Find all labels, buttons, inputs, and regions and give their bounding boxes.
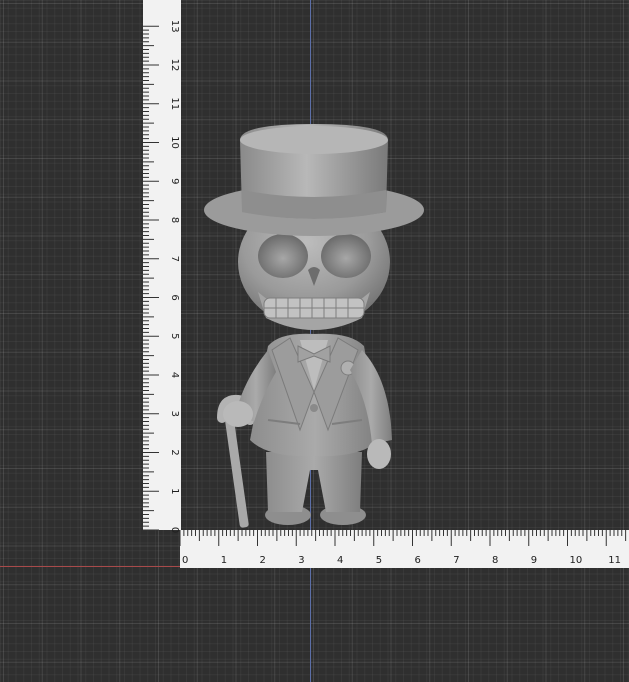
vertical-ruler-label: 8 [169, 217, 180, 223]
vertical-ruler-label: 1 [169, 488, 180, 494]
horizontal-ruler-label: 5 [376, 555, 382, 566]
vertical-ruler-label: 7 [169, 256, 180, 262]
horizontal-ruler: 0 1 2 3 4 5 6 7 8 9 10 11 [179, 530, 629, 568]
horizontal-ruler-label: 7 [453, 555, 459, 566]
horizontal-ruler-label: 11 [608, 555, 621, 566]
horizontal-ruler-label: 2 [260, 555, 266, 566]
vertical-ruler-label: 13 [169, 20, 180, 33]
vertical-ruler-label: 5 [169, 333, 180, 339]
horizontal-ruler-label: 3 [298, 555, 304, 566]
right-hand [367, 439, 391, 469]
vertical-ruler: 012345678910111213 [143, 0, 181, 533]
legs [266, 452, 362, 512]
horizontal-ruler-label: 0 [182, 555, 188, 566]
vertical-ruler-label: 2 [169, 449, 180, 455]
right-eye-socket [321, 234, 371, 278]
left-hand [223, 401, 253, 427]
horizontal-ruler-label: 4 [337, 555, 343, 566]
scene: 012345678910111213 0 1 2 3 4 5 6 7 8 9 10 11 [143, 0, 629, 568]
vertical-ruler-label: 11 [169, 97, 180, 110]
vertical-ruler-label: 4 [169, 372, 180, 378]
horizontal-ruler-label: 9 [531, 555, 537, 566]
top-hat [204, 124, 424, 236]
vertical-ruler-label: 9 [169, 178, 180, 184]
vertical-ruler-label: 0 [169, 527, 180, 533]
vertical-ruler-label: 3 [169, 411, 180, 417]
horizontal-ruler-label: 8 [492, 555, 498, 566]
jacket-button [310, 404, 318, 412]
skeleton-figurine-icon[interactable] [204, 124, 424, 528]
vertical-ruler-label: 12 [169, 59, 180, 72]
horizontal-ruler-label: 6 [415, 555, 421, 566]
horizontal-ruler-label: 1 [221, 555, 227, 566]
horizontal-ruler-label: 10 [570, 555, 583, 566]
vertical-ruler-label: 6 [169, 294, 180, 300]
vertical-ruler-label: 10 [169, 136, 180, 149]
left-eye-socket [258, 234, 308, 278]
